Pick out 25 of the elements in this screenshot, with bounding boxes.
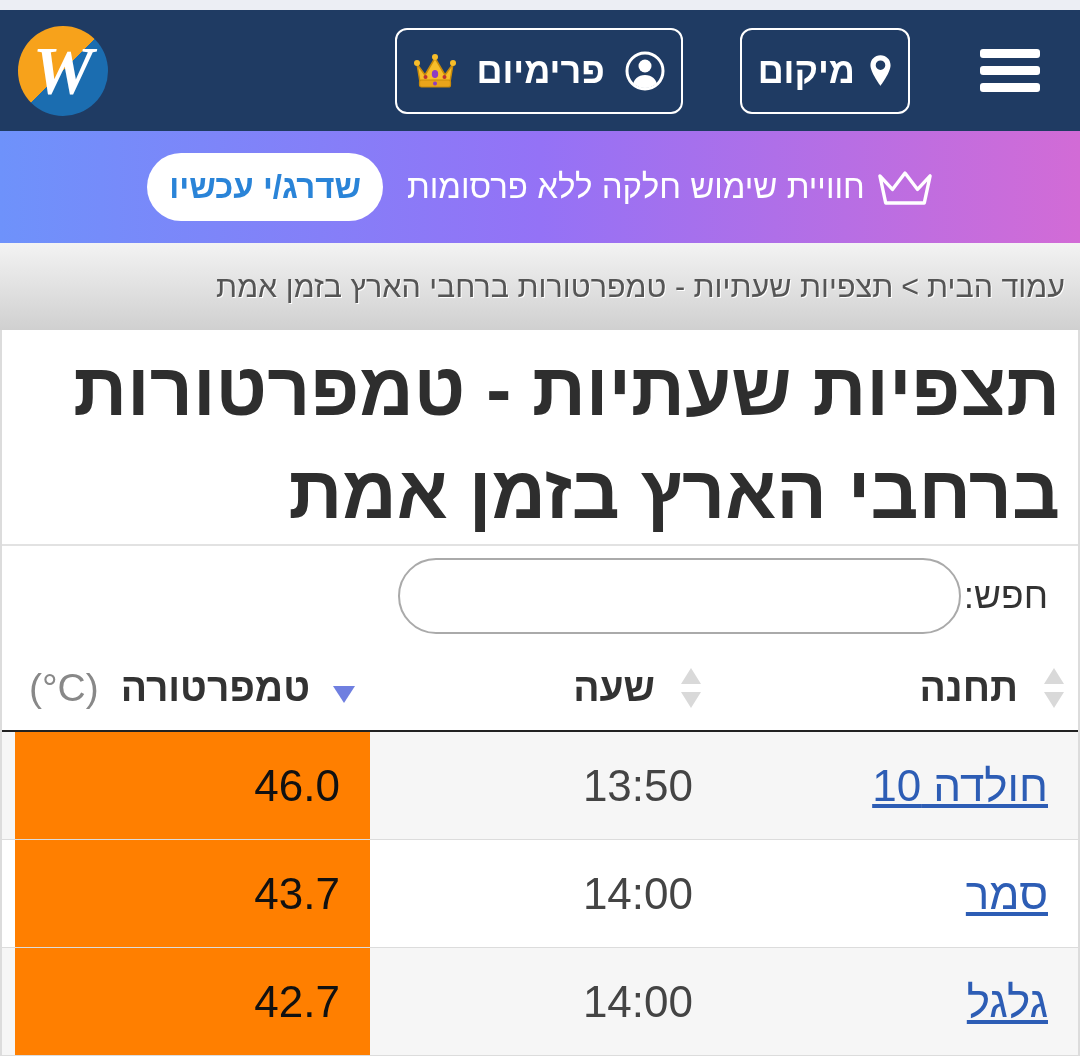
station-link[interactable]: גלגל <box>966 976 1048 1027</box>
upgrade-button[interactable]: שדרג/י עכשיו <box>147 153 383 221</box>
station-link[interactable]: סמר <box>965 868 1048 919</box>
temperature-cell: 46.0 <box>15 732 370 839</box>
search-label: חפש: <box>963 574 1048 617</box>
breadcrumb-link[interactable]: עמוד הבית <box>927 269 1065 304</box>
column-header[interactable]: תחנה <box>715 645 1078 730</box>
premium-button[interactable]: פרימיום <box>394 27 683 114</box>
temperature-cell: 43.7 <box>15 840 370 947</box>
breadcrumb-separator: > <box>901 269 920 304</box>
user-icon <box>624 50 665 91</box>
page-title: תצפיות שעתיות - טמפרטורות ברחבי הארץ בזמן אמת <box>2 330 1078 546</box>
location-pin-icon <box>869 54 892 87</box>
location-button[interactable]: מיקום <box>739 27 910 114</box>
station-link[interactable]: חולדה 10 <box>872 760 1048 811</box>
time-cell-text: 13:50 <box>581 759 694 812</box>
menu-icon[interactable] <box>980 49 1040 92</box>
column-header[interactable]: שעה <box>370 645 715 730</box>
promo-text: חוויית שימוש חלקה ללא פרסומות <box>406 168 865 206</box>
temperature-cell: 42.7 <box>15 948 370 1055</box>
breadcrumb-current: תצפיות שעתיות - טמפרטורות ברחבי הארץ בזמן אמת <box>216 269 894 304</box>
crown-icon <box>876 168 933 206</box>
crown-icon <box>412 52 457 89</box>
time-cell-text: 14:00 <box>581 867 694 920</box>
time-cell-text: 14:00 <box>581 975 694 1028</box>
